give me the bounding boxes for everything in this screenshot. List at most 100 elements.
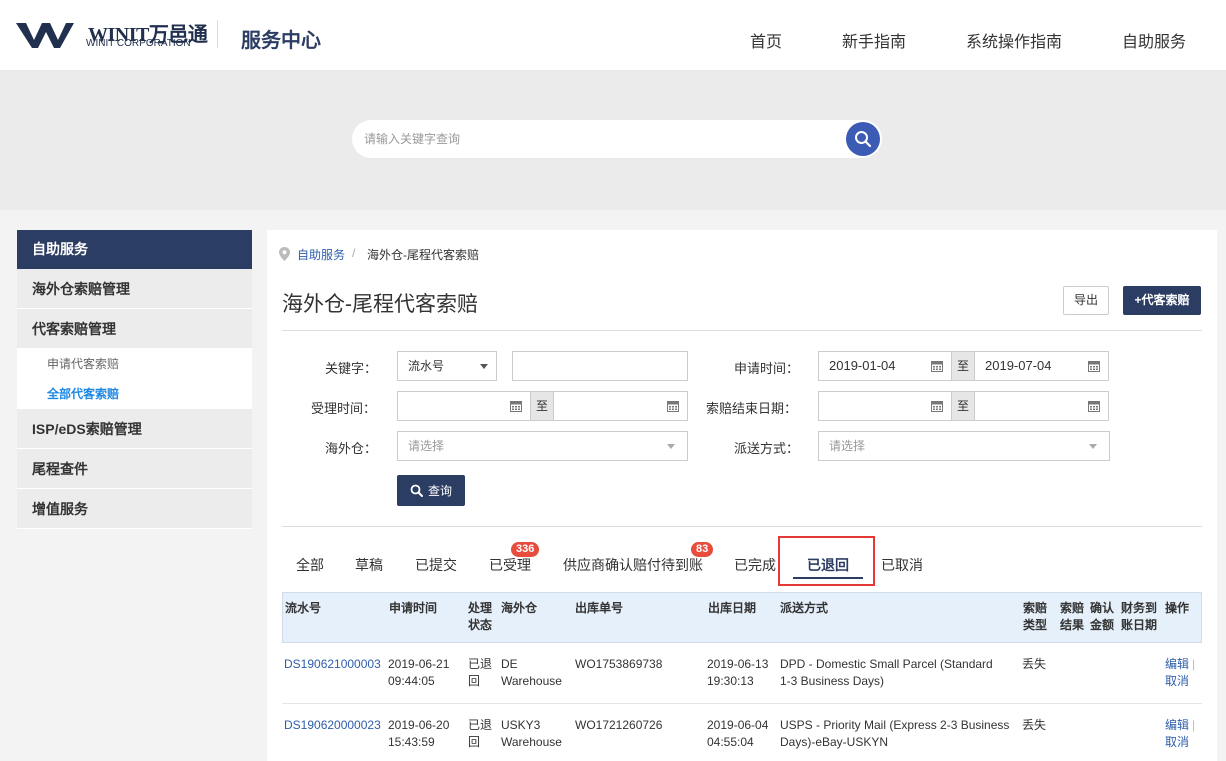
accept-time-to-separator: 至 (531, 391, 553, 421)
breadcrumb-root[interactable]: 自助服务 (297, 246, 345, 263)
tab-supplier-confirmed[interactable]: 供应商确认赔付待到账 (563, 555, 703, 575)
add-proxy-claim-button[interactable]: +代客索赔 (1123, 286, 1201, 315)
query-button[interactable]: 查询 (397, 475, 465, 506)
nav-self-service[interactable]: 自助服务 (1122, 28, 1186, 52)
claim-end-to[interactable] (974, 391, 1109, 421)
col-action: 操作 (1165, 601, 1190, 615)
col-claim-type-line2: 类型 (1023, 618, 1048, 632)
sidebar-sub-all-proxy-claims[interactable]: 全部代客索赔 (17, 379, 252, 409)
search-button[interactable] (846, 122, 880, 156)
highlight-frame (778, 536, 875, 586)
winit-logo[interactable]: WINIT万邑通 WINIT CORPORATION (16, 18, 208, 52)
row2-warehouse-line2: Warehouse (501, 735, 562, 749)
sidebar-sub-apply-proxy-claim[interactable]: 申请代客索赔 (17, 349, 252, 379)
accept-time-to[interactable] (553, 391, 688, 421)
row2-out-clock: 04:55:04 (707, 735, 754, 749)
chevron-down-icon (1089, 444, 1097, 449)
col-claim-result-line1: 索赔 (1060, 601, 1085, 615)
tab-supplier-confirmed-count-badge: 83 (691, 542, 714, 557)
accept-time-label: 受理时间： (311, 401, 377, 416)
col-warehouse: 海外仓 (501, 601, 538, 615)
export-button[interactable]: 导出 (1063, 286, 1109, 315)
row1-warehouse-line1: DE (501, 657, 518, 671)
col-claim-type-line1: 索赔 (1023, 601, 1048, 615)
title-divider (282, 330, 1202, 331)
apply-time-to[interactable]: 2019-07-04 (974, 351, 1109, 381)
delivery-select-placeholder: 请选择 (829, 439, 866, 453)
nav-home[interactable]: 首页 (750, 28, 782, 52)
apply-time-from[interactable]: 2019-01-04 (818, 351, 952, 381)
row-divider (282, 703, 1202, 704)
row2-apply-date: 2019-06-20 (388, 718, 450, 732)
row2-warehouse-line1: USKY3 (501, 718, 541, 732)
keyword-label: 关键字： (325, 361, 378, 376)
col-status-line1: 处理 (468, 601, 493, 615)
tab-all[interactable]: 全部 (296, 555, 324, 575)
tab-completed[interactable]: 已完成 (734, 555, 776, 575)
warehouse-select-placeholder: 请选择 (408, 439, 445, 453)
calendar-icon (1088, 361, 1100, 372)
query-button-label: 查询 (427, 484, 452, 498)
col-finance-date-line2: 账日期 (1121, 618, 1158, 632)
accept-time-from[interactable] (397, 391, 531, 421)
row1-outbound-no: WO1753869738 (575, 657, 663, 671)
keyword-type-select[interactable]: 流水号 (397, 351, 497, 381)
nav-beginner-guide[interactable]: 新手指南 (842, 28, 906, 52)
col-confirm-amount-line2: 金额 (1090, 618, 1115, 632)
site-title: 服务中心 (241, 30, 321, 52)
sidebar-item-isp-eds-claims[interactable]: ISP/eDS索赔管理 (17, 409, 252, 449)
sidebar-item-warehouse-claims[interactable]: 海外仓索赔管理 (17, 269, 252, 309)
action-separator: | (1192, 718, 1196, 732)
sidebar-item-tracking[interactable]: 尾程查件 (17, 449, 252, 489)
sidebar: 自助服务 海外仓索赔管理 代客索赔管理 申请代客索赔 全部代客索赔 ISP/eD… (17, 230, 252, 529)
chevron-down-icon (667, 444, 675, 449)
tab-submitted[interactable]: 已提交 (415, 555, 457, 575)
row2-serial-link[interactable]: DS190620000023 (284, 717, 381, 734)
tab-cancelled[interactable]: 已取消 (881, 555, 923, 575)
calendar-icon (510, 401, 522, 412)
row1-edit-link[interactable]: 编辑 (1165, 656, 1189, 673)
sidebar-title: 自助服务 (17, 230, 252, 269)
breadcrumb-separator: / (352, 246, 356, 260)
row2-cancel-link[interactable]: 取消 (1165, 734, 1189, 751)
row1-serial-link[interactable]: DS190621000003 (284, 656, 381, 673)
row2-status-line2: 回 (468, 735, 481, 749)
sidebar-item-value-added[interactable]: 增值服务 (17, 489, 252, 529)
row2-claim-type: 丢失 (1022, 718, 1047, 732)
row1-warehouse-line2: Warehouse (501, 674, 562, 688)
breadcrumb-current: 海外仓-尾程代客索赔 (367, 248, 479, 262)
col-status-line2: 状态 (468, 618, 493, 632)
col-confirm-amount-line1: 确认 (1090, 601, 1115, 615)
claim-end-from[interactable] (818, 391, 952, 421)
row1-status-line1: 已退 (468, 657, 493, 671)
row2-status-line1: 已退 (468, 718, 493, 732)
row2-edit-link[interactable]: 编辑 (1165, 717, 1189, 734)
calendar-icon (931, 361, 943, 372)
keyword-input[interactable] (512, 351, 688, 381)
location-pin-icon (279, 247, 290, 261)
col-claim-result-line2: 结果 (1060, 618, 1085, 632)
row2-apply-clock: 15:43:59 (388, 735, 435, 749)
page-title: 海外仓-尾程代客索赔 (282, 293, 478, 316)
apply-time-label: 申请时间： (734, 361, 800, 376)
row1-apply-date: 2019-06-21 (388, 657, 450, 671)
row1-delivery-line1: DPD - Domestic Small Parcel (Standard (780, 657, 993, 671)
col-outbound-date: 出库日期 (708, 601, 757, 615)
search-input[interactable] (364, 129, 834, 149)
row1-status-line2: 回 (468, 674, 481, 688)
search-icon (855, 131, 872, 148)
warehouse-label: 海外仓： (325, 441, 378, 456)
sidebar-item-proxy-claims[interactable]: 代客索赔管理 (17, 309, 252, 349)
col-apply-time: 申请时间 (389, 601, 438, 615)
search-box (352, 120, 882, 158)
tab-draft[interactable]: 草稿 (355, 555, 383, 575)
nav-system-guide[interactable]: 系统操作指南 (966, 28, 1062, 52)
calendar-icon (667, 401, 679, 412)
delivery-method-select[interactable]: 请选择 (818, 431, 1110, 461)
tab-accepted[interactable]: 已受理 (489, 555, 531, 575)
row1-out-date: 2019-06-13 (707, 657, 769, 671)
row1-cancel-link[interactable]: 取消 (1165, 673, 1189, 690)
claim-end-date-label: 索赔结束日期： (706, 401, 798, 416)
apply-time-to-separator: 至 (952, 351, 974, 381)
warehouse-select[interactable]: 请选择 (397, 431, 688, 461)
